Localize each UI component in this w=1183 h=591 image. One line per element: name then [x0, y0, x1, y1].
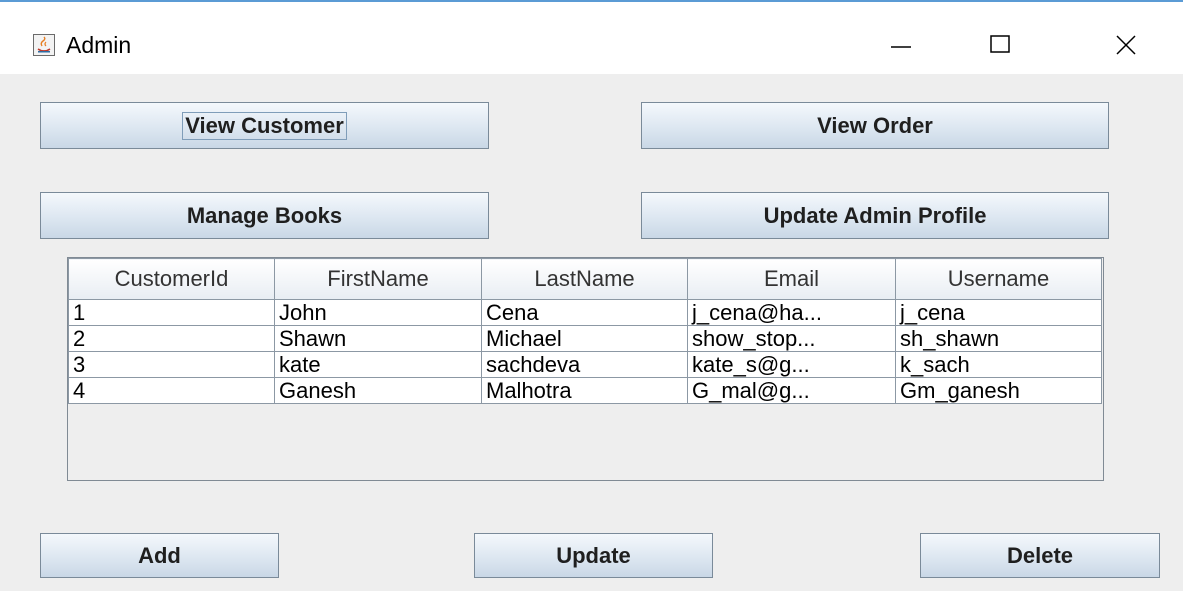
cell-firstname[interactable]: Shawn [274, 325, 482, 352]
cell-customerid[interactable]: 4 [68, 377, 275, 404]
update-label: Update [556, 542, 631, 568]
view-order-button[interactable]: View Order [641, 102, 1109, 149]
view-customer-label: View Customer [182, 111, 347, 140]
title-bar[interactable]: Admin [0, 2, 1183, 74]
cell-lastname[interactable]: Cena [481, 299, 688, 326]
cell-firstname[interactable]: Ganesh [274, 377, 482, 404]
maximize-button[interactable] [970, 22, 1030, 66]
window-title: Admin [66, 32, 132, 58]
cell-email[interactable]: j_cena@ha... [687, 299, 896, 326]
cell-firstname[interactable]: kate [274, 351, 482, 378]
column-header-username[interactable]: Username [895, 258, 1102, 300]
close-button[interactable] [1096, 22, 1156, 66]
java-app-icon [33, 34, 55, 56]
view-order-label: View Order [817, 112, 933, 138]
cell-username[interactable]: j_cena [895, 299, 1102, 326]
cell-email[interactable]: show_stop... [687, 325, 896, 352]
admin-window: Admin View Customer View Order Manage Bo… [0, 0, 1183, 591]
table-row[interactable]: 4 Ganesh Malhotra G_mal@g... Gm_ganesh [68, 377, 1102, 404]
cell-firstname[interactable]: John [274, 299, 482, 326]
cell-username[interactable]: Gm_ganesh [895, 377, 1102, 404]
column-header-firstname[interactable]: FirstName [274, 258, 482, 300]
cell-customerid[interactable]: 3 [68, 351, 275, 378]
maximize-icon [990, 35, 1010, 53]
delete-label: Delete [1006, 542, 1074, 568]
minimize-icon [891, 46, 911, 48]
close-icon [1116, 35, 1136, 55]
update-admin-profile-button[interactable]: Update Admin Profile [641, 192, 1109, 239]
delete-button[interactable]: Delete [920, 533, 1160, 578]
table-row[interactable]: 1 John Cena j_cena@ha... j_cena [68, 299, 1102, 326]
update-button[interactable]: Update [474, 533, 713, 578]
cell-email[interactable]: kate_s@g... [687, 351, 896, 378]
add-button[interactable]: Add [40, 533, 279, 578]
cell-customerid[interactable]: 2 [68, 325, 275, 352]
add-label: Add [138, 542, 181, 568]
table-row[interactable]: 3 kate sachdeva kate_s@g... k_sach [68, 351, 1102, 378]
column-header-customerid[interactable]: CustomerId [68, 258, 275, 300]
column-header-email[interactable]: Email [687, 258, 896, 300]
cell-customerid[interactable]: 1 [68, 299, 275, 326]
cell-username[interactable]: sh_shawn [895, 325, 1102, 352]
manage-books-label: Manage Books [186, 202, 343, 228]
customer-table-panel[interactable]: CustomerId FirstName LastName Email User… [67, 257, 1104, 481]
minimize-button[interactable] [871, 22, 931, 66]
cell-lastname[interactable]: sachdeva [481, 351, 688, 378]
cell-username[interactable]: k_sach [895, 351, 1102, 378]
table-header-row: CustomerId FirstName LastName Email User… [68, 258, 1102, 300]
manage-books-button[interactable]: Manage Books [40, 192, 489, 239]
cell-lastname[interactable]: Michael [481, 325, 688, 352]
update-admin-profile-label: Update Admin Profile [763, 202, 987, 228]
table-row[interactable]: 2 Shawn Michael show_stop... sh_shawn [68, 325, 1102, 352]
cell-email[interactable]: G_mal@g... [687, 377, 896, 404]
column-header-lastname[interactable]: LastName [481, 258, 688, 300]
cell-lastname[interactable]: Malhotra [481, 377, 688, 404]
view-customer-button[interactable]: View Customer [40, 102, 489, 149]
customer-table: CustomerId FirstName LastName Email User… [68, 258, 1102, 404]
